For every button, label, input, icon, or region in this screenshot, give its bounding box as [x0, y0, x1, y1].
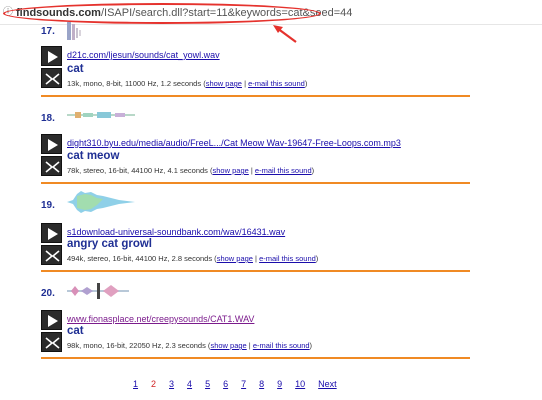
result-divider — [41, 95, 470, 97]
email-sound-link[interactable]: e-mail this sound — [255, 166, 312, 175]
page-link-5[interactable]: 5 — [205, 379, 210, 389]
show-page-link[interactable]: show page — [213, 166, 249, 175]
result-number: 18. — [41, 113, 55, 124]
sound-metadata-text: 13k, mono, 8-bit, 11000 Hz, 1.2 seconds — [67, 79, 202, 88]
show-page-link[interactable]: show page — [206, 79, 242, 88]
waveform-info-icon — [45, 161, 60, 173]
sound-metadata: 98k, mono, 16-bit, 22050 Hz, 2.3 seconds… — [67, 341, 313, 350]
result-number: 17. — [41, 26, 55, 37]
sound-details-button[interactable] — [41, 68, 62, 88]
result-number: 20. — [41, 288, 55, 299]
page-link-6[interactable]: 6 — [223, 379, 228, 389]
page-current-2: 2 — [151, 379, 157, 389]
sound-metadata-text: 98k, mono, 16-bit, 22050 Hz, 2.3 seconds — [67, 341, 206, 350]
play-icon — [48, 315, 58, 327]
waveform-thumbnail-icon[interactable] — [67, 190, 135, 214]
sound-details-button[interactable] — [41, 245, 62, 265]
play-button[interactable] — [41, 310, 62, 330]
play-icon — [48, 228, 58, 240]
email-sound-link[interactable]: e-mail this sound — [248, 79, 305, 88]
show-page-link[interactable]: show page — [217, 254, 253, 263]
sound-metadata: 13k, mono, 8-bit, 11000 Hz, 1.2 seconds … — [67, 79, 308, 88]
sound-file-link[interactable]: d21c.com/ljesun/sounds/cat_yowl.wav — [67, 50, 220, 60]
page-link-4[interactable]: 4 — [187, 379, 192, 389]
red-annotation-ellipse — [3, 3, 321, 24]
waveform-info-icon — [45, 250, 60, 262]
waveform-thumbnail-icon[interactable] — [67, 22, 113, 40]
sound-file-link[interactable]: dight310.byu.edu/media/audio/FreeL.../Ca… — [67, 138, 401, 148]
result-number: 19. — [41, 200, 55, 211]
waveform-thumbnail-icon[interactable] — [67, 109, 135, 121]
result-divider — [41, 182, 470, 184]
waveform-thumbnail-icon[interactable] — [67, 282, 129, 300]
play-icon — [48, 51, 58, 63]
sound-title: cat meow — [67, 150, 120, 162]
result-divider — [41, 357, 470, 359]
sound-details-button[interactable] — [41, 332, 62, 352]
sound-file-link[interactable]: s1download-universal-soundbank.com/wav/1… — [67, 227, 285, 237]
pagination: 1 2 3 4 5 6 7 8 9 10 Next — [133, 379, 350, 389]
show-page-link[interactable]: show page — [210, 341, 246, 350]
sound-file-link[interactable]: www.fionasplace.net/creepysounds/CAT1.WA… — [67, 314, 254, 324]
page-link-3[interactable]: 3 — [169, 379, 174, 389]
email-sound-link[interactable]: e-mail this sound — [259, 254, 316, 263]
play-button[interactable] — [41, 46, 62, 66]
page-link-1[interactable]: 1 — [133, 379, 138, 389]
result-divider — [41, 270, 470, 272]
waveform-info-icon — [45, 337, 60, 349]
red-annotation-arrow-icon — [273, 25, 297, 43]
page-link-7[interactable]: 7 — [241, 379, 246, 389]
email-sound-link[interactable]: e-mail this sound — [253, 341, 310, 350]
sound-title: cat — [67, 325, 84, 337]
waveform-info-icon — [45, 73, 60, 85]
sound-details-button[interactable] — [41, 156, 62, 176]
sound-title: angry cat growl — [67, 238, 152, 250]
sound-metadata-text: 494k, stereo, 16-bit, 44100 Hz, 2.8 seco… — [67, 254, 213, 263]
play-button[interactable] — [41, 223, 62, 243]
sound-metadata: 78k, stereo, 16-bit, 44100 Hz, 4.1 secon… — [67, 166, 315, 175]
sound-title: cat — [67, 63, 84, 75]
page-link-9[interactable]: 9 — [277, 379, 282, 389]
sound-metadata: 494k, stereo, 16-bit, 44100 Hz, 2.8 seco… — [67, 254, 319, 263]
play-button[interactable] — [41, 134, 62, 154]
play-icon — [48, 139, 58, 151]
page-link-8[interactable]: 8 — [259, 379, 264, 389]
next-page-link[interactable]: Next — [318, 379, 337, 389]
sound-metadata-text: 78k, stereo, 16-bit, 44100 Hz, 4.1 secon… — [67, 166, 208, 175]
page-link-10[interactable]: 10 — [295, 379, 305, 389]
